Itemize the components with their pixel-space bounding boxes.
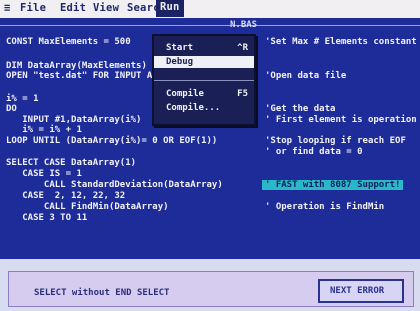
qb-screen: ≡ File Edit View Search Run N.BAS CONST … [0,0,420,311]
code-comment[interactable]: 'Stop looping if reach EOF [265,136,406,146]
code-comment[interactable]: 'Open data file [265,71,346,81]
menu-item-shortcut: ^R [237,43,248,53]
menu-view[interactable]: View [93,2,119,14]
menu-separator [154,80,254,81]
code-comment[interactable]: 'Get the data [265,104,335,114]
code-line[interactable]: SELECT CASE DataArray(1) [6,158,136,168]
menu-item-label: Compile [166,89,204,99]
editor-filename: N.BAS [230,20,258,30]
menu-bar: ≡ File Edit View Search Run [0,0,420,18]
menu-item-shortcut: F5 [237,89,248,99]
code-line[interactable]: OPEN "test.dat" FOR INPUT A [6,71,152,81]
next-error-button[interactable]: NEXT ERROR [318,279,404,303]
code-line[interactable]: CALL FindMin(DataArray) [6,202,169,212]
menu-item-label: Start [166,43,194,53]
editor-title-rule [0,25,420,26]
code-line[interactable]: CASE 2, 12, 22, 32 [6,191,125,201]
menu-item-label: Compile... [166,103,221,113]
menu-item-start[interactable]: Start ^R [154,42,254,54]
error-message: SELECT without END SELECT [34,288,170,298]
code-line[interactable]: DO [6,104,17,114]
code-line[interactable]: CONST MaxElements = 500 [6,37,131,47]
code-line[interactable]: i% = i% + 1 [6,125,82,135]
code-line[interactable]: LOOP UNTIL (DataArray(i%)= 0 OR EOF(1)) [6,136,217,146]
code-line[interactable]: CASE 3 TO 11 [6,213,87,223]
menu-item-compile-dialog[interactable]: Compile... [154,102,254,114]
next-error-button-label: NEXT ERROR [330,286,385,296]
code-comment[interactable]: 'Set Max # Elements constant [265,37,417,47]
menu-item-compile[interactable]: Compile F5 [154,88,254,100]
menu-run[interactable]: Run [156,0,184,17]
menu-edit[interactable]: Edit [60,2,86,14]
code-comment[interactable]: ' Operation is FindMin [265,202,384,212]
menu-item-debug[interactable]: Debug [154,56,254,68]
code-line[interactable]: INPUT #1,DataArray(i%) [6,115,141,125]
code-comment[interactable]: ' or find data = 0 [265,147,363,157]
run-menu-dropdown: Start ^R Debug Compile F5 Compile... [152,34,256,126]
code-line[interactable]: CASE IS = 1 [6,169,82,179]
code-line[interactable]: i% = 1 [6,94,39,104]
code-comment-highlighted[interactable]: ' FAST with 8087 Support! [262,180,404,190]
code-line[interactable]: DIM DataArray(MaxElements) [6,61,147,71]
system-menu[interactable]: ≡ [4,2,11,14]
code-comment[interactable]: ' First element is operation [265,115,417,125]
menu-file[interactable]: File [20,2,46,14]
code-line[interactable]: CALL StandardDeviation(DataArray) [6,180,223,190]
menu-item-label: Debug [166,57,194,67]
code-editor[interactable]: N.BAS CONST MaxElements = 500 DIM DataAr… [0,18,420,259]
